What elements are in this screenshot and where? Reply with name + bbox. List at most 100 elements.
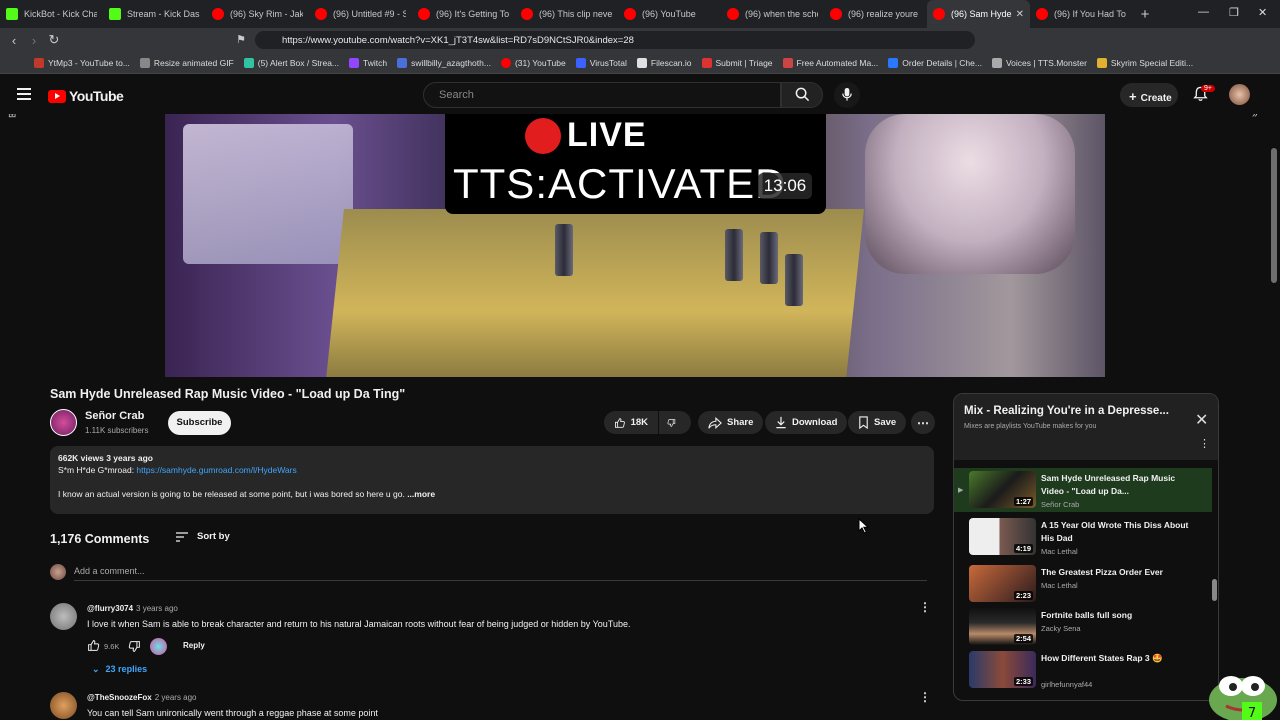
live-overlay: LIVE (525, 116, 647, 155)
playlist-item[interactable]: 2:54 Fortnite balls full song Zacky Sena (954, 605, 1212, 649)
browser-tab[interactable]: (96) It's Getting Too (412, 0, 515, 28)
playlist-subtitle: Mixes are playlists YouTube makes for yo… (964, 423, 1097, 430)
commenter-avatar[interactable] (50, 692, 77, 719)
favicon-icon (397, 57, 408, 68)
playlist-item[interactable]: 2:33 How Different States Rap 3 🤩 girlhe… (954, 648, 1212, 692)
svg-text:7: 7 (1248, 706, 1256, 720)
voice-search-button[interactable] (834, 82, 860, 108)
playlist-thumbnail: 2:33 (969, 651, 1036, 688)
playlist-item-title: Sam Hyde Unreleased Rap Music Video - "L… (1041, 473, 1176, 496)
add-comment-input[interactable]: Add a comment... (74, 566, 145, 576)
url-field[interactable]: https://www.youtube.com/watch?v=XK1_jT3T… (255, 31, 975, 49)
browser-tab[interactable]: (96) If You Had To U (1030, 0, 1133, 28)
sort-comments-button[interactable]: Sort by (175, 531, 230, 542)
bookmark-item[interactable]: Order Details | Che... (888, 57, 982, 68)
comment-menu-icon[interactable]: ⋮ (919, 600, 931, 614)
bookmark-item[interactable]: Submit | Triage (701, 57, 773, 68)
search-input[interactable]: Search (423, 82, 781, 108)
bookmark-item[interactable]: (5) Alert Box / Strea... (243, 57, 339, 68)
channel-avatar[interactable] (50, 409, 77, 436)
close-icon[interactable]: ✕ (1195, 410, 1208, 430)
new-tab-button[interactable]: + (1133, 6, 1157, 23)
minimize-icon[interactable]: — (1198, 6, 1209, 18)
reload-icon[interactable]: ↻ (44, 32, 64, 48)
bookmark-item[interactable]: (31) YouTube (500, 57, 566, 68)
playlist-item-current[interactable]: ▶ 1:27 Sam Hyde Unreleased Rap Music Vid… (954, 468, 1212, 512)
bookmark-item[interactable]: Resize animated GIF (139, 57, 234, 68)
browser-tab-active[interactable]: (96) Sam Hyde ✕ (927, 0, 1030, 28)
bookmark-item[interactable]: Free Automated Ma... (782, 57, 878, 68)
playlist-item[interactable]: 4:19 A 15 Year Old Wrote This Diss About… (954, 515, 1212, 559)
like-button[interactable]: 18K (604, 411, 658, 434)
mouse-cursor-icon (858, 518, 869, 534)
search-button[interactable] (781, 82, 823, 108)
subscribe-button[interactable]: Subscribe (168, 411, 231, 435)
dislike-button[interactable] (659, 411, 691, 434)
youtube-icon (1036, 8, 1048, 20)
gumroad-link[interactable]: https://samhyde.gumroad.com/l/HydeWars (136, 465, 296, 475)
browser-tab[interactable]: (96) when the schoo (721, 0, 824, 28)
youtube-icon (727, 8, 739, 20)
comment-author[interactable]: @TheSnoozeFox 2 years ago (87, 693, 197, 702)
playlist-item[interactable]: 2:23 The Greatest Pizza Order Ever Mac L… (954, 562, 1212, 606)
bookmark-item[interactable]: YtMp3 - YouTube to... (34, 57, 130, 68)
channel-name[interactable]: Señor Crab (85, 410, 144, 422)
bookmark-item[interactable]: Skyrim Special Editi... (1096, 57, 1193, 68)
bookmark-item[interactable]: swillbilly_azagthoth... (397, 57, 491, 68)
browser-tab[interactable]: Stream - Kick Dashb (103, 0, 206, 28)
bookmark-item[interactable]: Twitch (349, 57, 387, 68)
browser-tab[interactable]: (96) YouTube (618, 0, 721, 28)
virustotal-icon (575, 57, 586, 68)
reply-button[interactable]: Reply (183, 641, 205, 650)
maximize-icon[interactable]: ❐ (1229, 6, 1239, 19)
youtube-logo[interactable]: YouTube (48, 88, 124, 104)
comment-author[interactable]: @flurry3074 3 years ago (87, 604, 178, 613)
page-scrollbar[interactable] (1271, 148, 1277, 283)
save-button[interactable]: Save (848, 411, 907, 434)
user-avatar (50, 564, 66, 580)
browser-tab[interactable]: (96) Untitled #9 - S (309, 0, 412, 28)
comment-like-count: 9.6K (104, 642, 120, 651)
playlist-menu-icon[interactable]: ⋮ (1199, 437, 1210, 450)
creator-heart-icon (150, 638, 167, 655)
browser-tab[interactable]: (96) This clip never (515, 0, 618, 28)
share-icon (708, 416, 722, 429)
kick-icon (109, 8, 121, 20)
hamburger-menu-icon[interactable] (17, 88, 31, 100)
video-frame-can (555, 224, 573, 276)
back-icon[interactable]: ‹ (4, 33, 24, 48)
bookmark-item[interactable]: VirusTotal (575, 57, 627, 68)
youtube-icon (500, 57, 511, 68)
download-button[interactable]: Download (765, 411, 848, 434)
view-count-date: 662K views 3 years ago (58, 453, 153, 463)
commenter-avatar[interactable] (50, 603, 77, 630)
favicon-icon (636, 57, 647, 68)
share-button[interactable]: Share (698, 411, 764, 434)
create-button[interactable]: + Create (1120, 83, 1178, 107)
video-description[interactable]: 662K views 3 years ago S*m H*de G*mroad:… (50, 446, 934, 514)
save-icon (859, 416, 868, 429)
close-window-icon[interactable]: ✕ (1258, 6, 1267, 19)
browser-tab[interactable]: (96) realize youre in (824, 0, 927, 28)
close-tab-icon[interactable]: ✕ (1016, 9, 1024, 20)
playlist-scrollbar[interactable] (1212, 579, 1217, 601)
bookmark-item[interactable]: Filescan.io (636, 57, 692, 68)
thumbs-down-icon (128, 641, 140, 652)
comment-like-button[interactable] (87, 639, 100, 655)
playlist-thumbnail: 1:27 (969, 471, 1036, 508)
bookmark-item[interactable]: Voices | TTS.Monster (991, 57, 1087, 68)
playlist-title[interactable]: Mix - Realizing You're in a Depresse... (964, 405, 1184, 417)
bookmark-icon[interactable]: ⚑ (231, 33, 251, 46)
browser-tab[interactable]: (96) Sky Rim - Jake (206, 0, 309, 28)
comment-menu-icon[interactable]: ⋮ (919, 690, 931, 704)
forward-icon[interactable]: › (24, 33, 44, 48)
show-more-link[interactable]: ...more (407, 489, 435, 499)
avatar[interactable] (1229, 84, 1250, 105)
search-icon (795, 87, 809, 102)
video-frame-can (785, 254, 803, 306)
comment-dislike-button[interactable] (128, 640, 141, 656)
address-bar-row: ‹ › ↻ ⚑ https://www.youtube.com/watch?v=… (0, 28, 1280, 74)
view-replies-button[interactable]: ⌄ 23 replies (92, 664, 147, 675)
browser-tab[interactable]: KickBot - Kick Chatb (0, 0, 103, 28)
more-actions-icon[interactable]: ⋯ (911, 411, 935, 434)
